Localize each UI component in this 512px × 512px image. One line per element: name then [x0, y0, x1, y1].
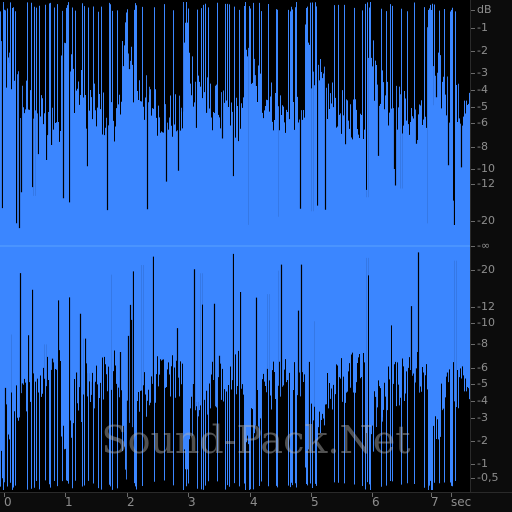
db-tick [471, 307, 475, 308]
db-tick [471, 123, 475, 124]
db-tick [471, 478, 475, 479]
db-tick [471, 441, 475, 442]
db-tick [471, 344, 475, 345]
db-label: -20 [477, 263, 495, 276]
db-unit-label: dB [477, 3, 492, 16]
db-label: -3 [477, 411, 488, 424]
time-tick [4, 493, 5, 497]
db-label: -0,5 [477, 471, 499, 484]
db-tick [471, 169, 475, 170]
time-tick [311, 493, 312, 497]
db-tick [471, 10, 475, 11]
db-label: -6 [477, 116, 488, 129]
db-tick [471, 384, 475, 385]
db-tick [471, 73, 475, 74]
db-label: -6 [477, 361, 488, 374]
time-unit-label: sec [451, 495, 472, 509]
db-label: -2 [477, 434, 488, 447]
time-label: 4 [250, 495, 258, 509]
time-tick [127, 493, 128, 497]
time-tick [188, 493, 189, 497]
db-label: -5 [477, 377, 488, 390]
db-tick [471, 107, 475, 108]
db-tick [471, 323, 475, 324]
time-tick [65, 493, 66, 497]
db-label: -3 [477, 66, 488, 79]
db-tick [471, 368, 475, 369]
db-label: -1 [477, 21, 488, 34]
db-label: -8 [477, 337, 488, 350]
db-tick [471, 270, 475, 271]
db-label: -4 [477, 83, 488, 96]
time-label: 5 [311, 495, 319, 509]
db-label-center: -∞ [477, 239, 491, 252]
time-tick [431, 493, 432, 497]
db-label: -12 [477, 177, 495, 190]
db-label: -12 [477, 300, 495, 313]
db-tick [471, 221, 475, 222]
time-label: 0 [4, 495, 12, 509]
time-tick [372, 493, 373, 497]
db-label: -2 [477, 44, 488, 57]
db-label: -4 [477, 394, 488, 407]
db-label: -20 [477, 214, 495, 227]
db-tick [471, 28, 475, 29]
waveform-display[interactable] [0, 0, 470, 492]
db-label: -10 [477, 316, 495, 329]
db-tick [471, 90, 475, 91]
time-label: 2 [127, 495, 135, 509]
time-ruler[interactable]: 0 1 2 3 4 5 6 7 sec [0, 492, 512, 512]
waveform-canvas[interactable] [0, 0, 470, 492]
db-label: -5 [477, 100, 488, 113]
db-tick [471, 464, 475, 465]
time-tick [451, 493, 452, 497]
db-tick [471, 401, 475, 402]
db-tick [471, 147, 475, 148]
time-label: 1 [65, 495, 73, 509]
db-tick [471, 418, 475, 419]
db-tick [471, 246, 475, 247]
db-scale: dB -1 -2 -3 -4 -5 -6 -8 -10 -12 -20 -∞ -… [470, 0, 512, 492]
db-tick [471, 51, 475, 52]
db-label: -8 [477, 140, 488, 153]
db-tick [471, 184, 475, 185]
db-label: -1 [477, 457, 488, 470]
time-label: 3 [188, 495, 196, 509]
db-label: -10 [477, 162, 495, 175]
time-label: 7 [431, 495, 439, 509]
time-tick [250, 493, 251, 497]
time-label: 6 [372, 495, 380, 509]
